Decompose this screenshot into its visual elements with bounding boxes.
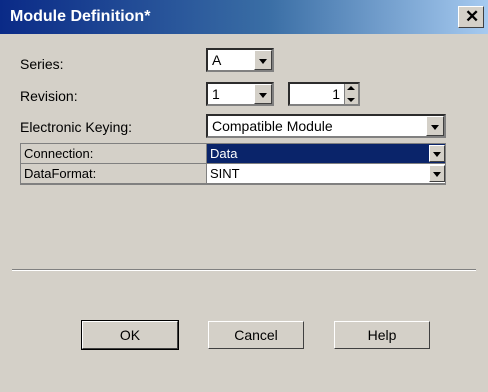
- series-dropdown[interactable]: A: [206, 48, 274, 72]
- revision-label: Revision:: [20, 88, 78, 104]
- series-value: A: [212, 52, 222, 68]
- title-bar[interactable]: Module Definition* ✕: [0, 0, 488, 34]
- spin-down-icon[interactable]: [347, 98, 355, 102]
- cancel-button[interactable]: Cancel: [208, 321, 304, 349]
- dialog-title: Module Definition*: [10, 8, 151, 25]
- revision-major-dropdown[interactable]: 1: [206, 82, 274, 106]
- grid-row-dataformat[interactable]: DataFormat: SINT: [21, 164, 445, 184]
- electronic-keying-chevron-down-icon[interactable]: [426, 116, 444, 136]
- dataformat-label: DataFormat:: [24, 166, 97, 181]
- separator: [12, 269, 476, 271]
- spinner-arrows-icon[interactable]: [344, 84, 358, 104]
- electronic-keying-value: Compatible Module: [212, 118, 333, 134]
- dataformat-chevron-down-icon[interactable]: [429, 165, 445, 182]
- revision-major-chevron-down-icon[interactable]: [254, 84, 272, 104]
- series-label: Series:: [20, 56, 64, 72]
- spin-up-icon[interactable]: [347, 86, 355, 90]
- revision-major-value: 1: [212, 86, 220, 102]
- electronic-keying-dropdown[interactable]: Compatible Module: [206, 114, 446, 138]
- connection-chevron-down-icon[interactable]: [429, 145, 445, 162]
- electronic-keying-label: Electronic Keying:: [20, 119, 133, 135]
- close-button[interactable]: ✕: [458, 6, 484, 28]
- revision-minor-value: 1: [332, 86, 340, 102]
- close-icon: ✕: [465, 7, 480, 26]
- connection-value-cell[interactable]: Data: [207, 144, 445, 164]
- ok-button[interactable]: OK: [81, 320, 179, 350]
- grid-row-connection[interactable]: Connection: Data: [21, 144, 445, 164]
- connection-label-cell: Connection:: [21, 144, 207, 164]
- help-button[interactable]: Help: [334, 321, 430, 349]
- series-chevron-down-icon[interactable]: [254, 50, 272, 70]
- connection-value: Data: [210, 146, 238, 161]
- connection-property-grid: Connection: Data DataFormat: SINT: [20, 143, 446, 185]
- dataformat-label-cell: DataFormat:: [21, 164, 207, 184]
- dataformat-value: SINT: [210, 166, 240, 181]
- connection-label: Connection:: [24, 146, 94, 161]
- dataformat-value-cell[interactable]: SINT: [207, 164, 445, 184]
- module-definition-dialog: Module Definition* ✕ Series: A Revision:…: [0, 0, 488, 392]
- revision-minor-spinner[interactable]: 1: [288, 82, 360, 106]
